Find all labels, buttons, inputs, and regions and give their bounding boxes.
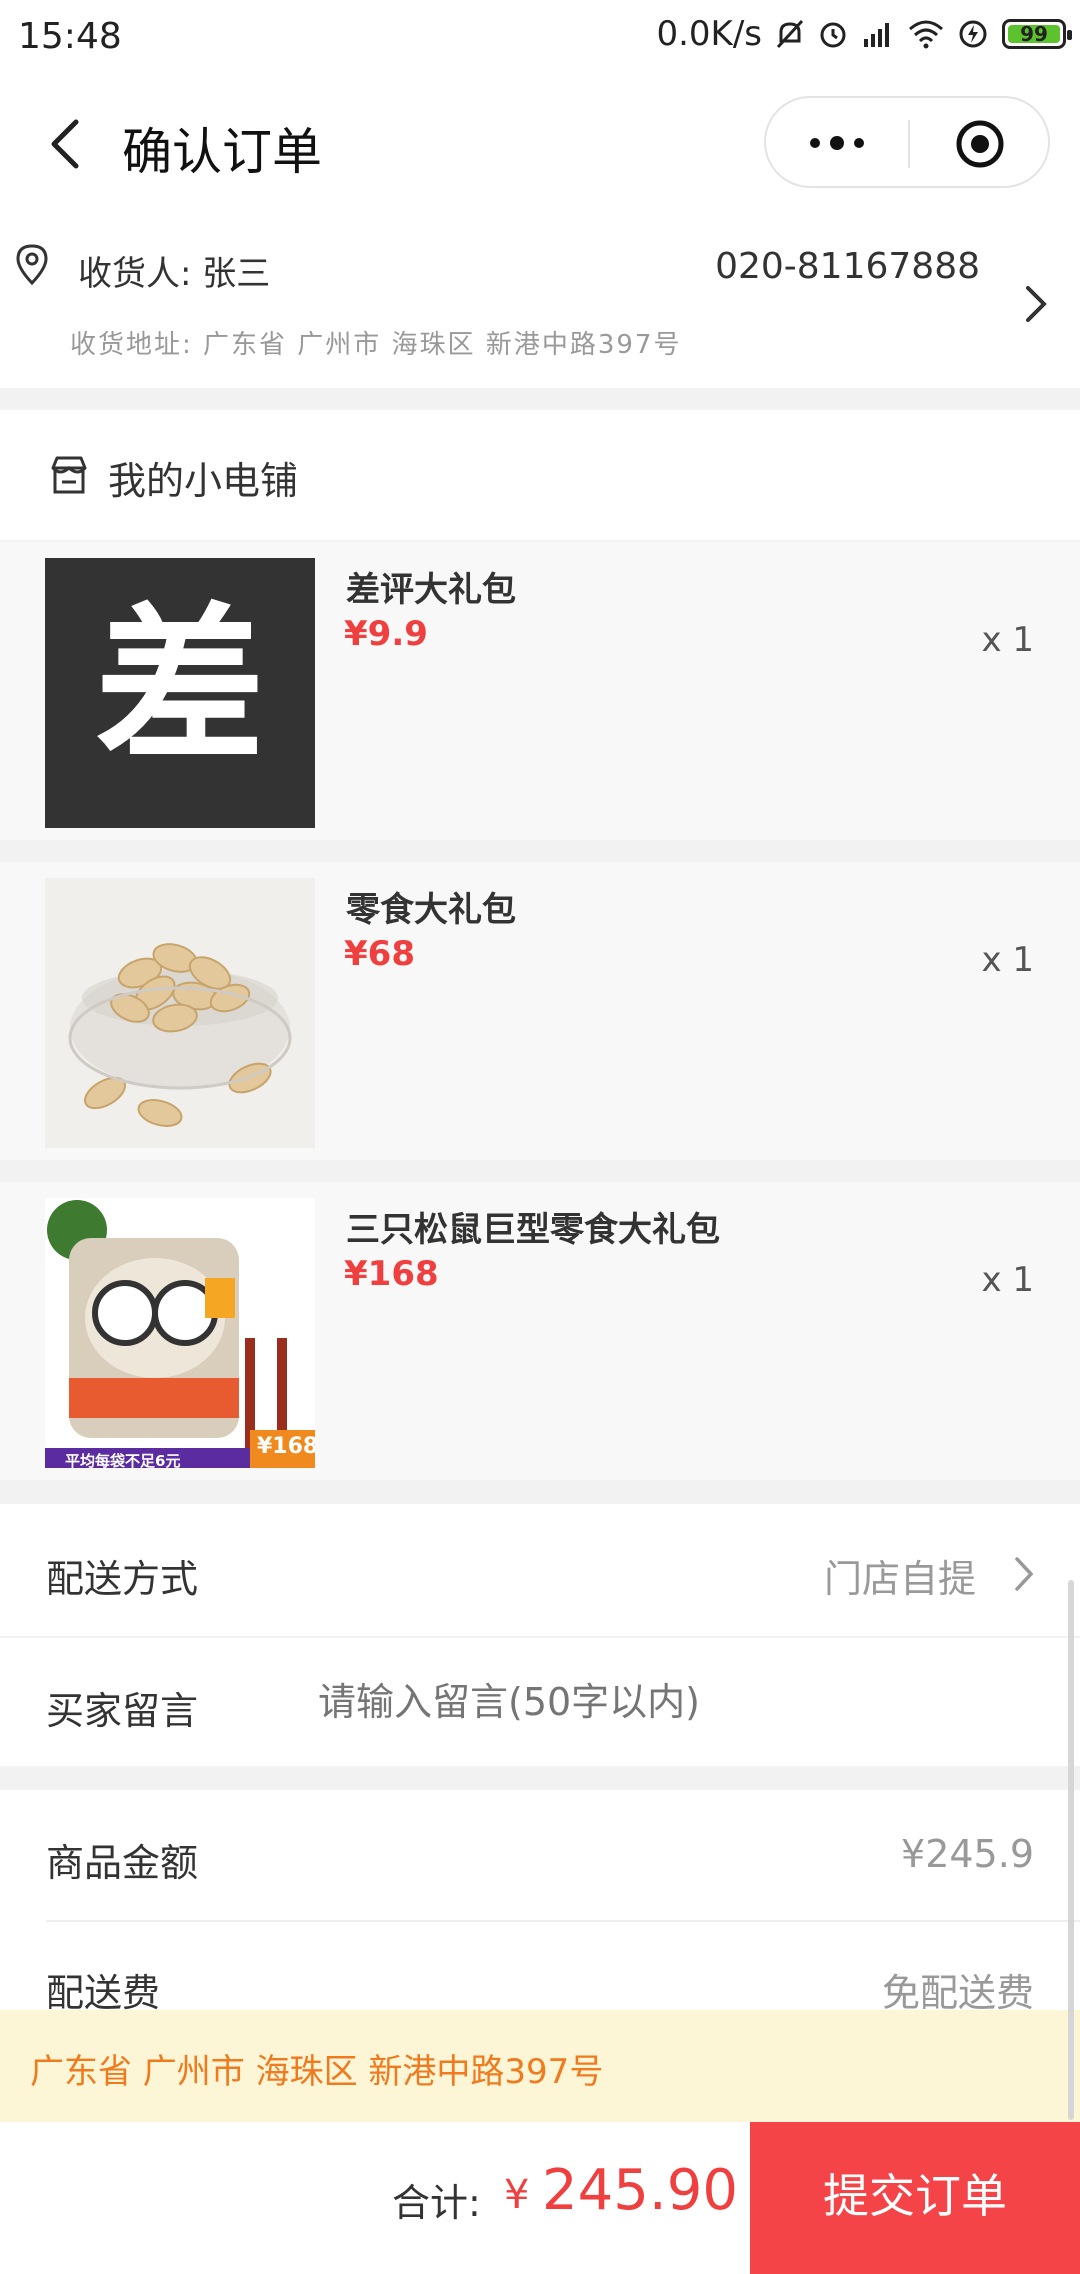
delivery-method-row[interactable]: 配送方式 门店自提 — [0, 1504, 1080, 1636]
product-quantity: x 1 — [981, 1260, 1034, 1300]
squirrel-gift-pack-image — [45, 1200, 315, 1468]
amount-section: 商品金额 ¥245.9 配送费 免配送费 — [0, 1790, 1080, 2015]
receiver-phone: 020-81167888 — [715, 246, 980, 287]
chevron-right-icon — [1026, 286, 1047, 322]
shipping-fee-label: 配送费 — [46, 1971, 161, 2015]
address-card[interactable]: 收货人: 张三 020-81167888 收货地址: 广东省 广州市 海珠区 新… — [0, 218, 1080, 388]
mute-bell-icon — [776, 19, 804, 49]
badge-text: 平均每袋不足6元 — [65, 1452, 181, 1468]
status-bar: 15:48 0.0K/s 99 — [0, 0, 1080, 74]
product-thumbnail — [45, 878, 315, 1148]
goods-amount-value: ¥245.9 — [901, 1832, 1034, 1876]
receiver-name: 收货人: 张三 — [78, 254, 271, 294]
alarm-icon — [820, 22, 846, 48]
delivery-method-label: 配送方式 — [46, 1557, 199, 1601]
delivery-method-value: 门店自提 — [823, 1557, 976, 1601]
total-label: 合计: — [392, 2181, 481, 2225]
product-quantity: x 1 — [981, 620, 1034, 660]
badge-price: ¥168 — [257, 1434, 315, 1459]
chevron-right-icon — [1015, 1557, 1034, 1591]
product-name: 零食大礼包 — [346, 890, 516, 930]
back-arrow-icon[interactable] — [40, 114, 100, 174]
product-name: 差评大礼包 — [346, 570, 516, 610]
more-menu-icon[interactable] — [806, 128, 868, 158]
product-item[interactable]: 差 差评大礼包 ¥9.9 x 1 — [0, 542, 1080, 840]
thumbnail-character: 差 — [94, 588, 265, 786]
submit-order-button[interactable]: 提交订单 — [750, 2122, 1080, 2274]
product-thumbnail: 差 — [45, 558, 315, 828]
product-name: 三只松鼠巨型零食大礼包 — [346, 1210, 720, 1250]
shop-header: 我的小电铺 — [0, 410, 1080, 540]
net-speed: 0.0K/s — [656, 14, 762, 54]
close-mini-program-icon[interactable] — [954, 118, 1006, 170]
status-time: 15:48 — [18, 16, 122, 57]
shipping-fee-value: 免配送费 — [881, 1971, 1034, 2015]
divider — [46, 1920, 1080, 1922]
cashew-bowl-image — [68, 943, 292, 1127]
status-icons: 0.0K/s 99 — [656, 14, 1072, 54]
total-amount: 245.90 — [542, 2158, 738, 2223]
shop-name: 我的小电铺 — [108, 459, 299, 503]
page-title: 确认订单 — [122, 123, 322, 181]
battery-level: 99 — [1008, 24, 1060, 44]
signal-icon — [864, 23, 889, 47]
buyer-message-label: 买家留言 — [46, 1689, 199, 1733]
buyer-message-input[interactable] — [316, 1668, 1020, 1736]
goods-amount-label: 商品金额 — [46, 1841, 199, 1885]
product-thumbnail: ¥168 平均每袋不足6元 — [45, 1198, 315, 1468]
buyer-message-row: 买家留言 — [0, 1638, 1080, 1766]
product-price: ¥68 — [344, 934, 415, 974]
total-currency: ¥ — [504, 2172, 530, 2218]
capsule-divider — [908, 120, 910, 168]
store-icon — [51, 456, 87, 494]
charging-icon — [959, 20, 987, 48]
address-notice-bar: 广东省 广州市 海珠区 新港中路397号 — [0, 2010, 1080, 2122]
product-quantity: x 1 — [981, 940, 1034, 980]
product-item[interactable]: ¥168 平均每袋不足6元 三只松鼠巨型零食大礼包 ¥168 x 1 — [0, 1182, 1080, 1480]
product-price: ¥168 — [344, 1254, 439, 1294]
nav-bar: 确认订单 — [0, 74, 1080, 218]
wifi-icon — [909, 20, 943, 49]
scrollbar[interactable] — [1068, 1580, 1074, 2120]
location-pin-icon — [16, 244, 48, 286]
notice-text: 广东省 广州市 海珠区 新港中路397号 — [30, 2052, 604, 2092]
address-detail: 收货地址: 广东省 广州市 海珠区 新港中路397号 — [70, 330, 682, 360]
product-item[interactable]: 零食大礼包 ¥68 x 1 — [0, 862, 1080, 1160]
product-price: ¥9.9 — [344, 614, 428, 654]
battery-icon: 99 — [1002, 19, 1072, 49]
mini-program-capsule — [764, 96, 1050, 188]
checkout-footer: 合计: ¥ 245.90 提交订单 — [0, 2122, 1080, 2274]
